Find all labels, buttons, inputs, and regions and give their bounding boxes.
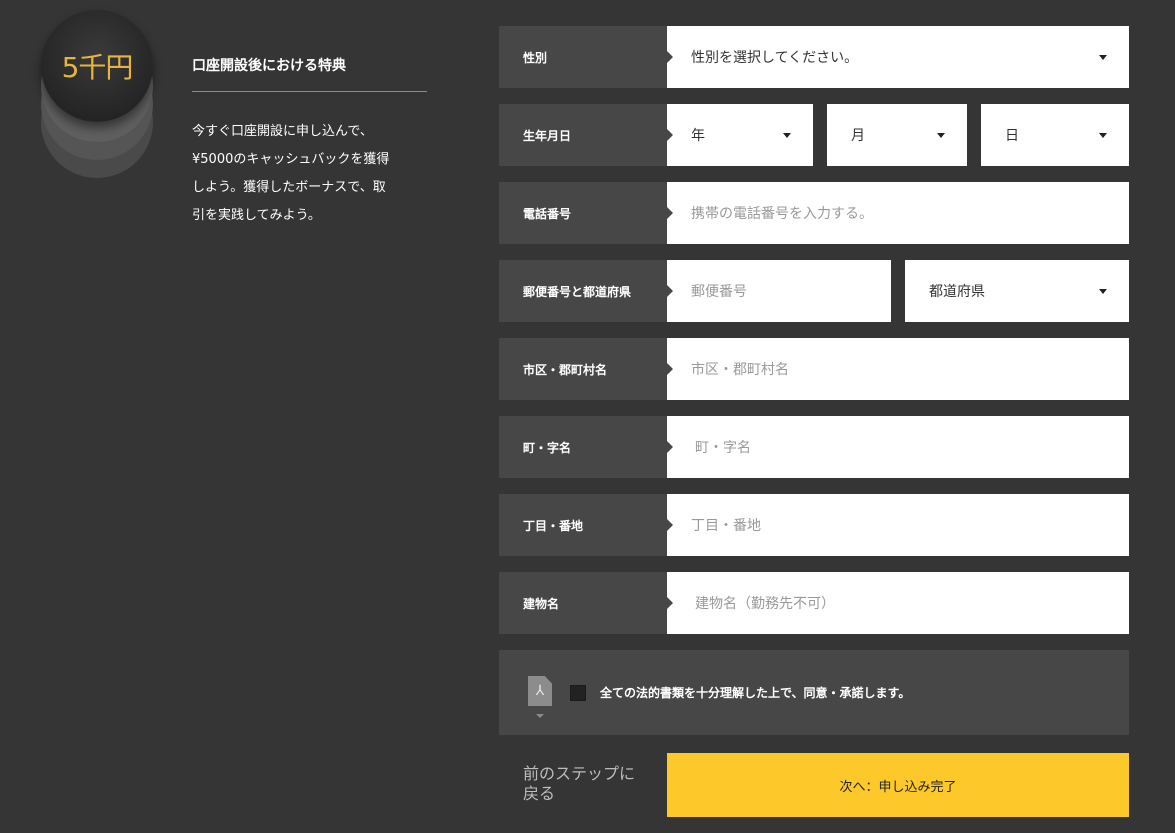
label-notch <box>667 285 673 297</box>
pdf-icon[interactable]: ⅄ <box>528 676 552 706</box>
label-notch <box>667 129 673 141</box>
back-button[interactable]: 前のステップに戻る <box>523 764 643 804</box>
promo-title: 口座開設後における特典 <box>192 58 346 74</box>
row-town: 町・字名 町・字名 <box>499 416 1129 478</box>
chevron-down-icon <box>1099 289 1107 294</box>
label-notch <box>667 363 673 375</box>
gender-select-value: 性別を選択してください。 <box>691 50 859 66</box>
promo-line: 引を実践してみよう。 <box>192 208 321 223</box>
row-city: 市区・郡町村名 市区・郡町村名 <box>499 338 1129 400</box>
chevron-down-icon <box>783 133 791 138</box>
prefecture-select[interactable]: 都道府県 <box>905 260 1129 322</box>
building-label: 建物名 <box>499 572 667 634</box>
gender-label: 性別 <box>499 26 667 88</box>
phone-placeholder: 携帯の電話番号を入力する。 <box>691 206 873 222</box>
postal-code-placeholder: 郵便番号 <box>691 284 747 300</box>
agreement-panel: ⅄ 全ての法的書類を十分理解した上で、同意・承諾します。 <box>499 650 1129 735</box>
town-input[interactable]: 町・字名 <box>667 416 1129 478</box>
block-label: 丁目・番地 <box>499 494 667 556</box>
city-input[interactable]: 市区・郡町村名 <box>667 338 1129 400</box>
town-label: 町・字名 <box>499 416 667 478</box>
prefecture-value: 都道府県 <box>929 284 985 300</box>
birth-month-value: 月 <box>851 128 865 144</box>
label-notch <box>667 441 673 453</box>
promo-divider <box>192 91 427 92</box>
birth-day-select[interactable]: 日 <box>981 104 1129 166</box>
agree-checkbox[interactable] <box>570 685 586 701</box>
birth-day-value: 日 <box>1005 128 1019 144</box>
row-postal: 郵便番号と都道府県 郵便番号 都道府県 <box>499 260 1129 322</box>
pdf-symbol-icon: ⅄ <box>535 683 545 699</box>
label-notch <box>667 207 673 219</box>
birthdate-label: 生年月日 <box>499 104 667 166</box>
phone-input[interactable]: 携帯の電話番号を入力する。 <box>667 182 1129 244</box>
promo-line: ¥5000のキャッシュバックを獲得 <box>192 152 390 167</box>
birth-year-select[interactable]: 年 <box>667 104 813 166</box>
row-phone: 電話番号 携帯の電話番号を入力する。 <box>499 182 1129 244</box>
chevron-down-icon <box>1099 55 1107 60</box>
postal-code-input[interactable]: 郵便番号 <box>667 260 891 322</box>
chevron-down-icon <box>1099 133 1107 138</box>
row-birthdate: 生年月日 年 月 日 <box>499 104 1129 166</box>
phone-label: 電話番号 <box>499 182 667 244</box>
city-label: 市区・郡町村名 <box>499 338 667 400</box>
block-placeholder: 丁目・番地 <box>691 518 761 534</box>
label-notch <box>667 51 673 63</box>
promo-line: しよう。獲得したボーナスで、取 <box>192 180 386 195</box>
next-button[interactable]: 次へ：申し込み完了 <box>667 753 1129 817</box>
coin-top: 5千円 <box>41 10 153 122</box>
agreement-text: 全ての法的書類を十分理解した上で、同意・承諾します。 <box>600 686 911 700</box>
promo-description: 今すぐ口座開設に申し込んで、 ¥5000のキャッシュバックを獲得 しよう。獲得し… <box>192 118 422 230</box>
chevron-down-icon[interactable] <box>536 714 544 718</box>
block-input[interactable]: 丁目・番地 <box>667 494 1129 556</box>
birth-year-value: 年 <box>691 128 705 144</box>
label-notch <box>667 597 673 609</box>
coin-amount: 5千円 <box>61 51 134 84</box>
city-placeholder: 市区・郡町村名 <box>691 362 789 378</box>
label-notch <box>667 519 673 531</box>
promo-panel: 5千円 口座開設後における特典 今すぐ口座開設に申し込んで、 ¥5000のキャッ… <box>0 0 480 833</box>
building-input[interactable]: 建物名（勤務先不可） <box>667 572 1129 634</box>
postal-label: 郵便番号と都道府県 <box>499 260 667 322</box>
row-gender: 性別 性別を選択してください。 <box>499 26 1129 88</box>
coin-stack-graphic: 5千円 <box>41 10 155 180</box>
row-block: 丁目・番地 丁目・番地 <box>499 494 1129 556</box>
chevron-down-icon <box>937 133 945 138</box>
gender-select[interactable]: 性別を選択してください。 <box>667 26 1129 88</box>
promo-line: 今すぐ口座開設に申し込んで、 <box>192 124 373 139</box>
birth-month-select[interactable]: 月 <box>827 104 967 166</box>
town-placeholder: 町・字名 <box>695 440 751 456</box>
row-building: 建物名 建物名（勤務先不可） <box>499 572 1129 634</box>
building-placeholder: 建物名（勤務先不可） <box>695 596 835 612</box>
